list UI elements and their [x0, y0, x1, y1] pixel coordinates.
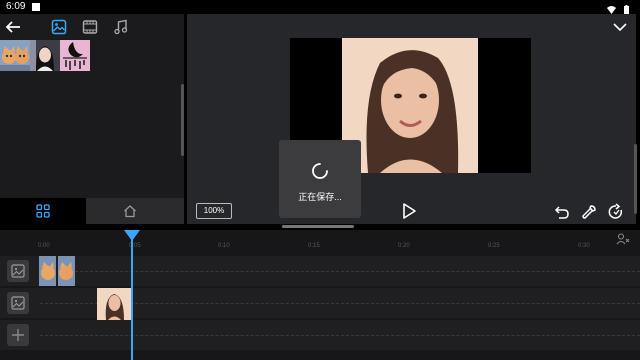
media-thumbnail-moon[interactable]	[60, 40, 90, 71]
media-grid	[0, 40, 184, 72]
media-thumbnail-kittens[interactable]	[0, 40, 30, 71]
ruler-mark: 0:25	[488, 243, 500, 249]
media-panel	[0, 14, 184, 224]
ruler-mark: 0:15	[308, 243, 320, 249]
track-image-toggle[interactable]	[7, 260, 29, 282]
track-guide	[40, 271, 640, 272]
plus-icon	[12, 329, 24, 341]
tools-button[interactable]	[580, 203, 598, 221]
grid-icon	[36, 204, 50, 218]
image-icon	[11, 296, 25, 310]
tab-images[interactable]	[51, 19, 69, 35]
timeline-settings-button[interactable]	[616, 232, 630, 250]
notification-icon	[32, 3, 40, 11]
redo-icon	[608, 203, 623, 219]
status-time: 6:09	[6, 1, 26, 12]
chevron-down-icon	[613, 23, 627, 32]
playhead-handle[interactable]	[124, 230, 140, 241]
undo-icon	[554, 206, 569, 219]
track-guide	[40, 335, 640, 336]
zoom-level[interactable]: 100%	[196, 203, 232, 219]
timeline: 0:00 0:05 0:10 0:15 0:20 0:25 0:30	[0, 230, 640, 360]
play-icon	[403, 203, 416, 219]
add-track-button[interactable]	[7, 324, 29, 346]
back-button[interactable]	[4, 19, 22, 35]
redo-button[interactable]	[607, 203, 625, 221]
timeline-track-1	[0, 256, 640, 286]
ruler-mark: 0:00	[38, 243, 50, 249]
saving-text: 正在保存...	[298, 192, 342, 202]
tab-videos[interactable]	[82, 19, 100, 35]
image-icon	[11, 264, 25, 278]
person-settings-icon	[616, 233, 630, 245]
preview-scrollbar[interactable]	[634, 144, 637, 214]
timeline-track-2	[0, 288, 640, 320]
moon-image	[60, 40, 90, 71]
tab-grid[interactable]	[0, 198, 86, 224]
resize-handle[interactable]	[282, 225, 354, 228]
kitten-image	[0, 40, 30, 71]
undo-button[interactable]	[553, 203, 571, 221]
timeline-clip-portrait[interactable]	[97, 288, 132, 320]
portrait-clip-image	[97, 288, 132, 320]
music-note-icon	[114, 19, 128, 35]
image-icon	[51, 19, 67, 35]
media-tabbar	[0, 14, 184, 40]
girl-image	[30, 40, 60, 71]
media-thumbnail-girl[interactable]	[30, 40, 60, 71]
media-scrollbar[interactable]	[181, 84, 184, 156]
preview-panel: 100%	[187, 14, 636, 224]
status-bar: 6:09	[0, 0, 640, 14]
kitten-clip-image	[39, 256, 75, 286]
play-button[interactable]	[401, 202, 417, 220]
home-icon	[124, 205, 136, 218]
panel-bottom-tabs	[0, 198, 184, 224]
collapse-button[interactable]	[612, 20, 628, 34]
saving-dialog: 正在保存...	[279, 140, 361, 218]
arrow-left-icon	[5, 21, 20, 33]
timeline-clip-kittens[interactable]	[39, 256, 75, 286]
tab-music[interactable]	[113, 19, 131, 35]
ruler-mark: 0:10	[218, 243, 230, 249]
wrench-icon	[582, 205, 596, 219]
playhead-line[interactable]	[131, 238, 133, 360]
tab-home[interactable]	[86, 198, 184, 224]
spinner-icon	[312, 163, 328, 179]
ruler-mark: 0:30	[578, 243, 590, 249]
timeline-track-add	[0, 320, 640, 350]
ruler-mark: 0:20	[398, 243, 410, 249]
film-icon	[82, 20, 98, 34]
track-image-toggle[interactable]	[7, 292, 29, 314]
